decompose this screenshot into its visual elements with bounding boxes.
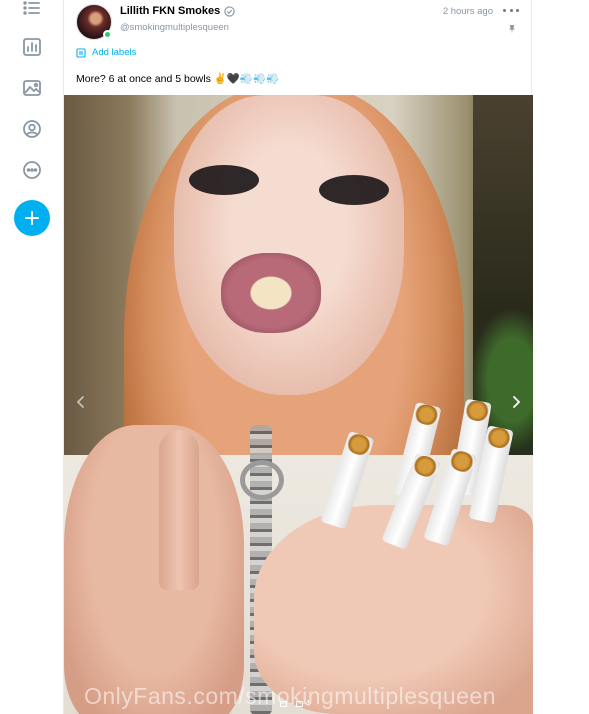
dot-icon	[516, 8, 519, 12]
more-options-icon	[23, 161, 41, 179]
profile-button[interactable]	[16, 113, 48, 145]
post-card: Lillith FKN Smokes @smokingmultiplesquee…	[63, 0, 533, 714]
verified-icon	[224, 5, 235, 17]
photo-hand-left	[64, 425, 244, 714]
photo-face	[174, 95, 404, 395]
side-navigation	[0, 0, 63, 714]
add-labels-button[interactable]: Add labels	[76, 47, 136, 58]
photo-mouth	[221, 253, 321, 333]
add-labels-text: Add labels	[92, 47, 137, 58]
new-post-button[interactable]	[14, 200, 50, 236]
chevron-right-icon[interactable]	[509, 395, 523, 409]
photo-ring	[240, 460, 284, 500]
media-count: 4	[305, 699, 311, 708]
photo-eye-right	[319, 175, 389, 205]
author-name-row[interactable]: Lillith FKN Smokes	[120, 5, 235, 17]
author-handle[interactable]: @smokingmultiplesqueen	[120, 22, 229, 33]
media-vault-button[interactable]	[16, 72, 48, 104]
chevron-left-icon[interactable]	[74, 395, 88, 409]
counter-dot: ·	[290, 699, 293, 708]
dot-icon	[509, 8, 513, 12]
image-icon	[280, 700, 287, 707]
list-button[interactable]	[16, 0, 48, 24]
post-media[interactable]: OnlyFans.com/smokingmultiplesqueen · 4	[64, 95, 533, 714]
author-name[interactable]: Lillith FKN Smokes	[120, 5, 220, 17]
video-icon	[295, 700, 303, 707]
profile-icon	[23, 120, 41, 138]
list-icon	[23, 1, 40, 15]
dot-icon	[503, 8, 506, 12]
photo-eye-left	[189, 165, 259, 195]
plus-icon	[25, 211, 39, 225]
page: Lillith FKN Smokes @smokingmultiplesquee…	[0, 0, 589, 714]
post-timestamp[interactable]: 2 hours ago	[443, 6, 493, 17]
label-icon	[76, 47, 86, 58]
post-options-button[interactable]	[503, 3, 519, 17]
statistics-icon	[23, 38, 41, 56]
pin-icon[interactable]	[507, 24, 517, 34]
media-vault-icon	[23, 80, 41, 96]
online-indicator	[103, 30, 112, 39]
statistics-button[interactable]	[16, 31, 48, 63]
media-counter: · 4	[280, 699, 310, 708]
photo-finger	[159, 430, 199, 590]
more-options-button[interactable]	[16, 154, 48, 186]
post-caption: More? 6 at once and 5 bowls ✌️🖤💨💨💨	[76, 73, 280, 85]
